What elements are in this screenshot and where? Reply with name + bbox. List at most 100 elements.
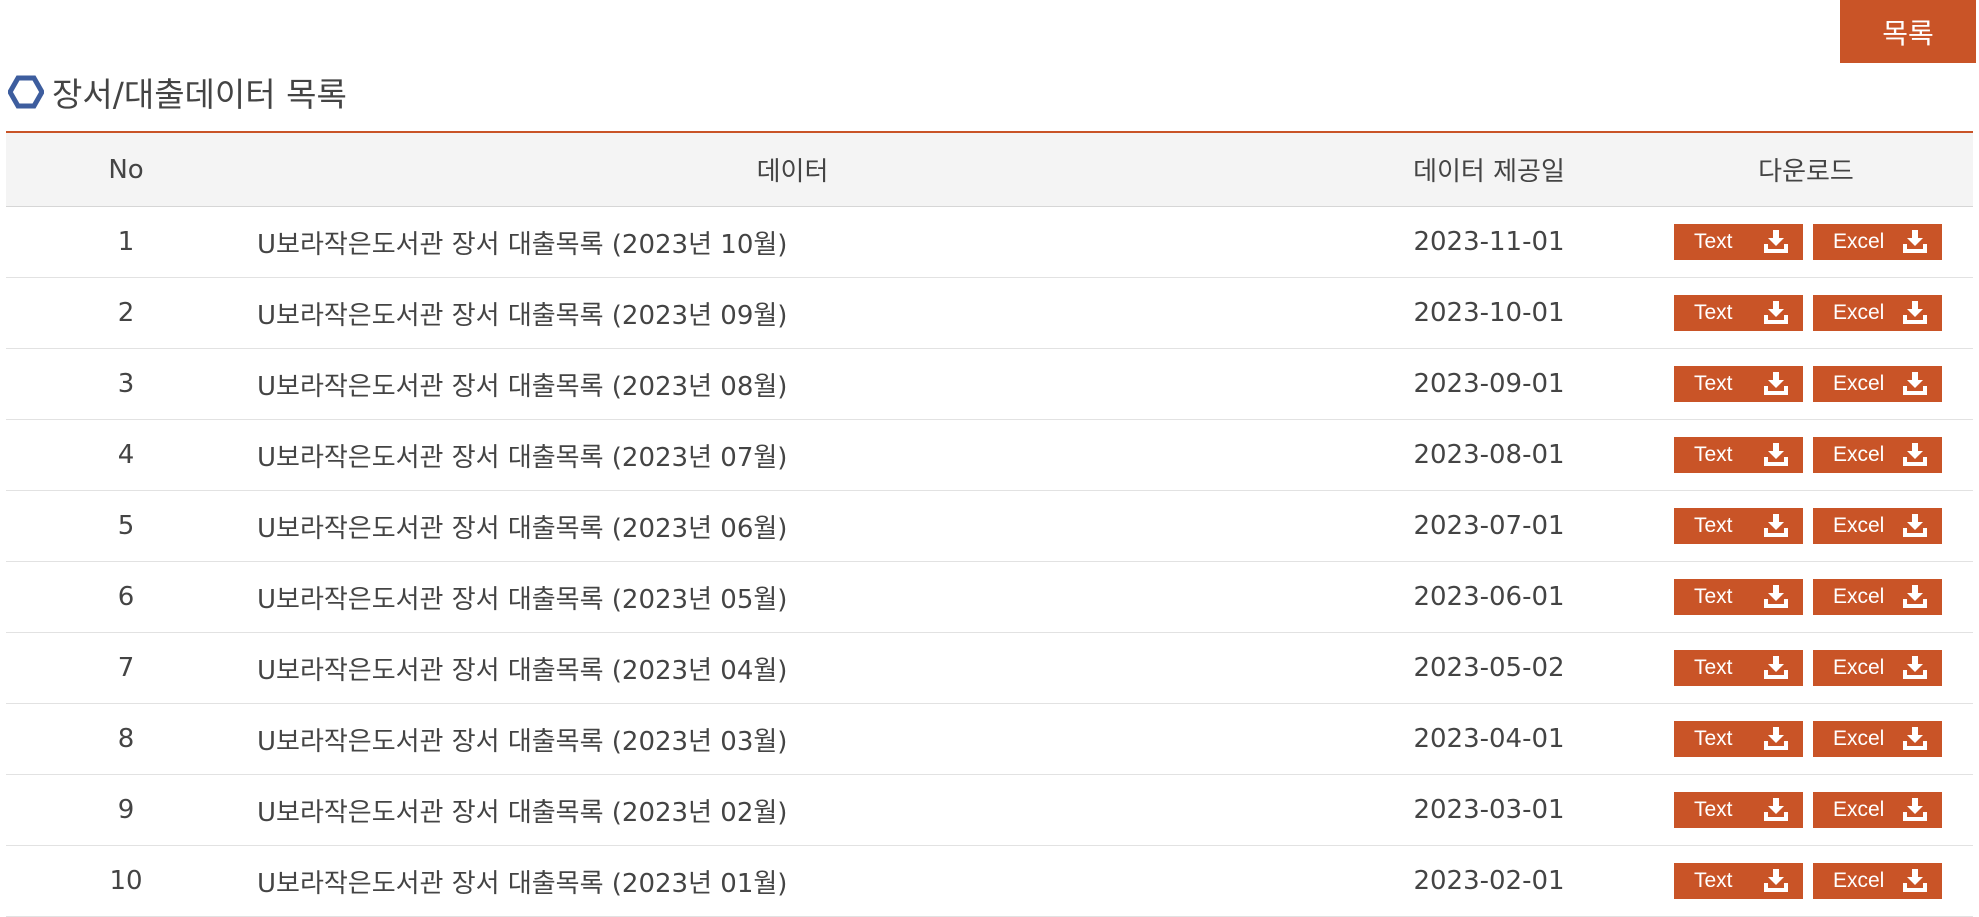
- row-date: 2023-09-01: [1339, 348, 1639, 420]
- excel-download-button[interactable]: Excel: [1813, 863, 1942, 899]
- row-number: 7: [6, 632, 246, 704]
- column-header-data: 데이터: [246, 132, 1339, 207]
- text-download-button[interactable]: Text: [1674, 508, 1803, 544]
- download-icon: [1902, 585, 1928, 609]
- row-number: 1: [6, 206, 246, 278]
- row-number: 2: [6, 277, 246, 349]
- row-data-title: U보라작은도서관 장서 대출목록 (2023년 09월): [246, 277, 1339, 349]
- text-download-button[interactable]: Text: [1674, 650, 1803, 686]
- table-header-row: No 데이터 데이터 제공일 다운로드: [6, 132, 1973, 207]
- row-date: 2023-05-02: [1339, 632, 1639, 704]
- row-date: 2023-04-01: [1339, 703, 1639, 775]
- table-row: 10 U보라작은도서관 장서 대출목록 (2023년 01월) 2023-02-01…: [6, 845, 1973, 917]
- download-icon: [1902, 869, 1928, 893]
- section-title: 장서/대출데이터 목록: [8, 68, 347, 116]
- excel-download-button[interactable]: Excel: [1813, 721, 1942, 757]
- download-icon: [1763, 869, 1789, 893]
- row-date: 2023-02-01: [1339, 845, 1639, 917]
- text-download-button[interactable]: Text: [1674, 579, 1803, 615]
- row-data-title: U보라작은도서관 장서 대출목록 (2023년 06월): [246, 490, 1339, 562]
- download-icon: [1902, 656, 1928, 680]
- row-number: 9: [6, 774, 246, 846]
- row-download-cell: Text Excel: [1639, 703, 1973, 775]
- row-data-title: U보라작은도서관 장서 대출목록 (2023년 08월): [246, 348, 1339, 420]
- text-download-button[interactable]: Text: [1674, 224, 1803, 260]
- row-data-title: U보라작은도서관 장서 대출목록 (2023년 03월): [246, 703, 1339, 775]
- text-download-button[interactable]: Text: [1674, 792, 1803, 828]
- table-row: 4 U보라작은도서관 장서 대출목록 (2023년 07월) 2023-08-01 T…: [6, 419, 1973, 491]
- excel-download-label: Excel: [1833, 656, 1885, 679]
- row-data-title: U보라작은도서관 장서 대출목록 (2023년 07월): [246, 419, 1339, 491]
- excel-download-label: Excel: [1833, 514, 1885, 537]
- text-download-label: Text: [1694, 585, 1733, 608]
- download-icon: [1902, 798, 1928, 822]
- excel-download-button[interactable]: Excel: [1813, 508, 1942, 544]
- row-number: 8: [6, 703, 246, 775]
- download-icon: [1763, 443, 1789, 467]
- column-header-date: 데이터 제공일: [1339, 132, 1639, 207]
- excel-download-button[interactable]: Excel: [1813, 792, 1942, 828]
- download-icon: [1763, 727, 1789, 751]
- text-download-label: Text: [1694, 514, 1733, 537]
- row-download-cell: Text Excel: [1639, 490, 1973, 562]
- row-download-cell: Text Excel: [1639, 277, 1973, 349]
- list-button[interactable]: 목록: [1840, 0, 1976, 63]
- row-data-title: U보라작은도서관 장서 대출목록 (2023년 10월): [246, 206, 1339, 278]
- row-download-cell: Text Excel: [1639, 348, 1973, 420]
- download-icon: [1763, 656, 1789, 680]
- row-date: 2023-08-01: [1339, 419, 1639, 491]
- text-download-button[interactable]: Text: [1674, 721, 1803, 757]
- excel-download-label: Excel: [1833, 230, 1885, 253]
- row-number: 6: [6, 561, 246, 633]
- download-icon: [1902, 301, 1928, 325]
- text-download-button[interactable]: Text: [1674, 863, 1803, 899]
- row-download-cell: Text Excel: [1639, 419, 1973, 491]
- excel-download-button[interactable]: Excel: [1813, 366, 1942, 402]
- text-download-label: Text: [1694, 798, 1733, 821]
- text-download-label: Text: [1694, 301, 1733, 324]
- excel-download-button[interactable]: Excel: [1813, 224, 1942, 260]
- row-data-title: U보라작은도서관 장서 대출목록 (2023년 04월): [246, 632, 1339, 704]
- download-icon: [1763, 798, 1789, 822]
- text-download-label: Text: [1694, 656, 1733, 679]
- text-download-button[interactable]: Text: [1674, 366, 1803, 402]
- excel-download-label: Excel: [1833, 798, 1885, 821]
- excel-download-label: Excel: [1833, 869, 1885, 892]
- row-data-title: U보라작은도서관 장서 대출목록 (2023년 05월): [246, 561, 1339, 633]
- text-download-button[interactable]: Text: [1674, 437, 1803, 473]
- excel-download-label: Excel: [1833, 301, 1885, 324]
- row-date: 2023-06-01: [1339, 561, 1639, 633]
- excel-download-label: Excel: [1833, 443, 1885, 466]
- text-download-label: Text: [1694, 230, 1733, 253]
- row-download-cell: Text Excel: [1639, 774, 1973, 846]
- text-download-label: Text: [1694, 443, 1733, 466]
- table-row: 1 U보라작은도서관 장서 대출목록 (2023년 10월) 2023-11-01 T…: [6, 206, 1973, 278]
- table-row: 6 U보라작은도서관 장서 대출목록 (2023년 05월) 2023-06-01 T…: [6, 561, 1973, 633]
- excel-download-button[interactable]: Excel: [1813, 579, 1942, 615]
- row-number: 5: [6, 490, 246, 562]
- hexagon-icon: [8, 74, 44, 110]
- download-icon: [1763, 230, 1789, 254]
- table-row: 9 U보라작은도서관 장서 대출목록 (2023년 02월) 2023-03-01 T…: [6, 774, 1973, 846]
- text-download-button[interactable]: Text: [1674, 295, 1803, 331]
- text-download-label: Text: [1694, 869, 1733, 892]
- row-download-cell: Text Excel: [1639, 561, 1973, 633]
- table-row: 3 U보라작은도서관 장서 대출목록 (2023년 08월) 2023-09-01 T…: [6, 348, 1973, 420]
- download-icon: [1902, 230, 1928, 254]
- table-row: 2 U보라작은도서관 장서 대출목록 (2023년 09월) 2023-10-01 T…: [6, 277, 1973, 349]
- row-date: 2023-03-01: [1339, 774, 1639, 846]
- row-number: 10: [6, 845, 246, 917]
- table-row: 7 U보라작은도서관 장서 대출목록 (2023년 04월) 2023-05-02 T…: [6, 632, 1973, 704]
- excel-download-button[interactable]: Excel: [1813, 295, 1942, 331]
- excel-download-label: Excel: [1833, 372, 1885, 395]
- excel-download-button[interactable]: Excel: [1813, 437, 1942, 473]
- row-data-title: U보라작은도서관 장서 대출목록 (2023년 02월): [246, 774, 1339, 846]
- row-data-title: U보라작은도서관 장서 대출목록 (2023년 01월): [246, 845, 1339, 917]
- text-download-label: Text: [1694, 372, 1733, 395]
- column-header-download: 다운로드: [1639, 132, 1973, 207]
- excel-download-label: Excel: [1833, 727, 1885, 750]
- page-title: 장서/대출데이터 목록: [52, 75, 347, 114]
- download-icon: [1763, 301, 1789, 325]
- download-icon: [1902, 514, 1928, 538]
- excel-download-button[interactable]: Excel: [1813, 650, 1942, 686]
